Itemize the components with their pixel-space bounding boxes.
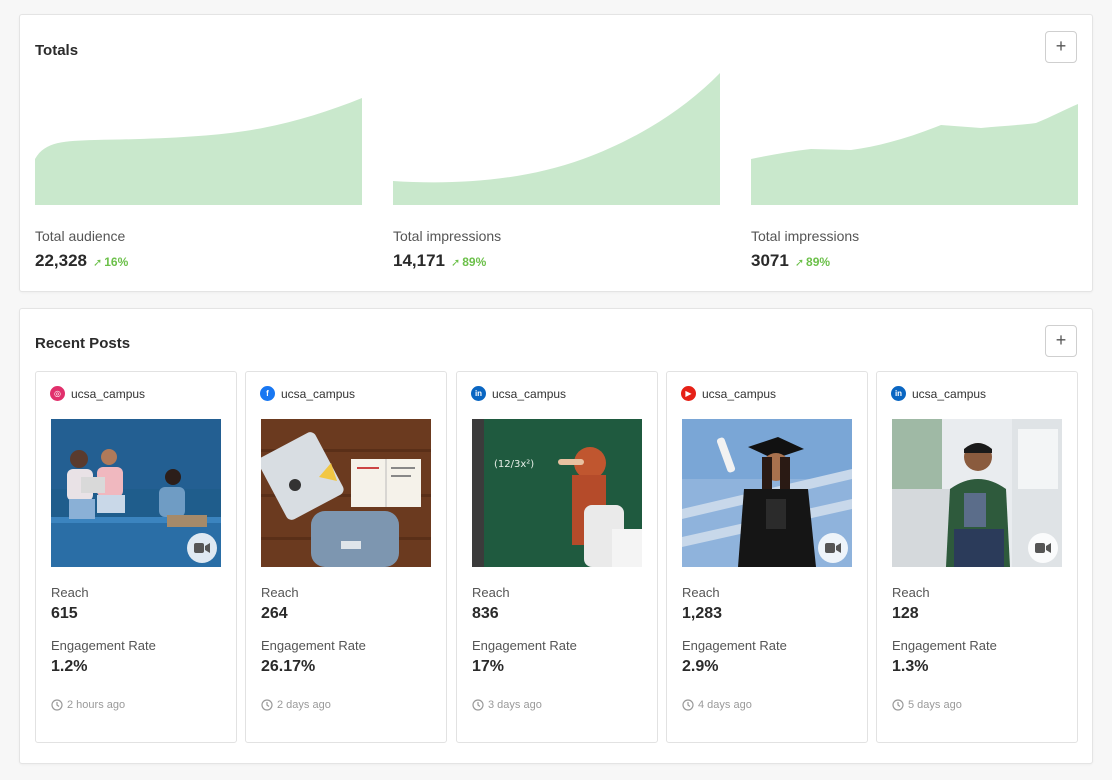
post-card[interactable]: in ucsa_campus Reach 128 Engagement Rate xyxy=(876,371,1078,743)
recent-add-button[interactable]: + xyxy=(1045,325,1077,357)
post-thumbnail[interactable] xyxy=(892,419,1062,567)
engagement-value: 17% xyxy=(472,658,505,675)
engagement-value: 26.17% xyxy=(261,658,316,675)
reach-label: Reach xyxy=(51,585,89,600)
post-timestamp: 2 hours ago xyxy=(51,699,125,711)
post-card[interactable]: f ucsa_campus Reach 264 Engagement Rate … xyxy=(245,371,447,743)
post-username: ucsa_campus xyxy=(702,386,777,401)
reach-value: 128 xyxy=(892,605,919,622)
metric-total-impressions: Total impressions 14,171 ➚ 89% xyxy=(393,71,720,281)
totals-add-button[interactable]: + xyxy=(1045,31,1077,63)
metric-change: ➚ 89% xyxy=(794,255,831,269)
engagement-value: 1.3% xyxy=(892,658,929,675)
youtube-icon: ▶ xyxy=(681,386,696,401)
clock-icon xyxy=(682,699,694,711)
linkedin-icon: in xyxy=(891,386,906,401)
post-thumbnail[interactable] xyxy=(682,419,852,567)
reach-value: 615 xyxy=(51,605,78,622)
clock-icon xyxy=(892,699,904,711)
engagement-label: Engagement Rate xyxy=(261,638,366,653)
post-timestamp: 3 days ago xyxy=(472,699,542,711)
trend-up-icon: ➚ xyxy=(794,257,805,269)
post-timestamp: 5 days ago xyxy=(892,699,962,711)
reach-label: Reach xyxy=(472,585,510,600)
reach-label: Reach xyxy=(261,585,299,600)
metric-label: Total audience xyxy=(35,228,126,244)
metric-change: ➚ 16% xyxy=(93,255,129,269)
totals-title: Totals xyxy=(35,42,79,59)
post-card[interactable]: in ucsa_campus (12/3x²) Reach 836 Engage… xyxy=(456,371,658,743)
engagement-label: Engagement Rate xyxy=(472,638,577,653)
trend-up-icon: ➚ xyxy=(93,257,103,269)
post-thumbnail[interactable]: (12/3x²) xyxy=(472,419,642,567)
metric-value: 3071 xyxy=(751,251,789,270)
recent-posts-title: Recent Posts xyxy=(35,335,131,352)
reach-label: Reach xyxy=(682,585,720,600)
engagement-label: Engagement Rate xyxy=(892,638,997,653)
facebook-icon: f xyxy=(260,386,275,401)
audience-sparkline xyxy=(35,98,362,205)
post-timestamp: 4 days ago xyxy=(682,699,752,711)
post-username: ucsa_campus xyxy=(281,386,356,401)
metric-total-impressions-2: Total impressions 3071 ➚ 89% xyxy=(751,71,1078,281)
metric-label: Total impressions xyxy=(393,228,502,244)
clock-icon xyxy=(472,699,484,711)
reach-value: 836 xyxy=(472,605,499,622)
engagement-label: Engagement Rate xyxy=(51,638,156,653)
engagement-value: 2.9% xyxy=(682,658,719,675)
video-camera-icon xyxy=(818,533,848,563)
engagement-value: 1.2% xyxy=(51,658,88,675)
post-thumbnail[interactable] xyxy=(51,419,221,567)
recent-posts-panel: Recent Posts + ◎ ucsa_campus Reach 615 E… xyxy=(19,308,1093,764)
impressions-sparkline xyxy=(393,73,720,205)
post-thumbnail[interactable] xyxy=(261,419,431,567)
metric-value: 22,328 xyxy=(35,251,87,270)
reach-value: 264 xyxy=(261,605,288,622)
metric-value: 14,171 xyxy=(393,251,445,270)
linkedin-icon: in xyxy=(471,386,486,401)
video-camera-icon xyxy=(1028,533,1058,563)
instagram-icon: ◎ xyxy=(50,386,65,401)
metric-label: Total impressions xyxy=(751,228,860,244)
reach-value: 1,283 xyxy=(682,605,723,622)
reach-label: Reach xyxy=(892,585,930,600)
post-card[interactable]: ▶ ucsa_campus Reach 1,283 Engagement Rat… xyxy=(666,371,868,743)
metric-change: ➚ 89% xyxy=(451,255,487,269)
engagement-label: Engagement Rate xyxy=(682,638,787,653)
trend-up-icon: ➚ xyxy=(451,257,461,269)
post-timestamp: 2 days ago xyxy=(261,699,331,711)
metric-total-audience: Total audience 22,328 ➚ 16% xyxy=(35,71,362,281)
post-username: ucsa_campus xyxy=(492,386,567,401)
post-username: ucsa_campus xyxy=(71,386,146,401)
post-card[interactable]: ◎ ucsa_campus Reach 615 Engagement Rate … xyxy=(35,371,237,743)
clock-icon xyxy=(261,699,273,711)
clock-icon xyxy=(51,699,63,711)
svg-text:(12/3x²): (12/3x²) xyxy=(494,459,534,470)
impressions-sparkline-2 xyxy=(751,104,1078,205)
video-camera-icon xyxy=(187,533,217,563)
totals-panel: Totals + Total audience 22,328 ➚ 16% Tota… xyxy=(19,14,1093,292)
post-username: ucsa_campus xyxy=(912,386,987,401)
